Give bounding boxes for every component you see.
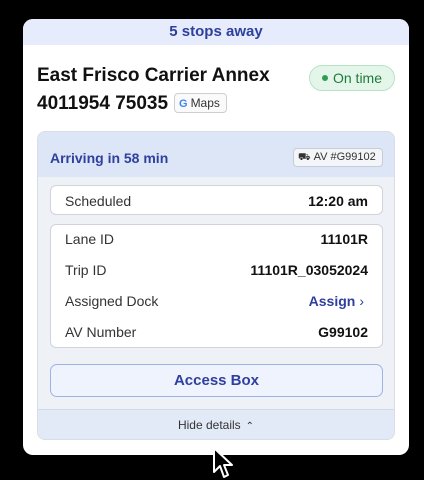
tracking-number: 4011954 75035 (37, 93, 169, 114)
arrival-eta: Arriving in 58 min (50, 150, 169, 166)
lane-id-label: Lane ID (65, 231, 115, 247)
maps-button[interactable]: G Maps (174, 93, 227, 113)
assigned-dock-label: Assigned Dock (65, 293, 159, 309)
google-g-icon: G (179, 98, 188, 110)
av-number-value: G99102 (318, 324, 368, 340)
stops-away-banner: 5 stops away (23, 19, 409, 45)
trip-id-value: 11101R_03052024 (250, 262, 368, 278)
scheduled-row: Scheduled 12:20 am (50, 185, 383, 215)
truck-icon: ⛟ (298, 152, 311, 163)
lane-id-value: 11101R (320, 231, 369, 247)
status-label: On time (332, 70, 382, 86)
av-number-label: AV Number (65, 324, 137, 340)
mouse-pointer-icon (213, 447, 233, 478)
details-panel: Arriving in 58 min ⛟ AV #G99102 Scheduled… (37, 131, 395, 440)
details-header: Arriving in 58 min ⛟ AV #G99102 (38, 132, 394, 177)
scheduled-label: Scheduled (65, 193, 132, 209)
chevron-right-icon: › (359, 293, 364, 309)
hide-details-label: Hide details (177, 418, 241, 432)
access-box-button[interactable]: Access Box (50, 364, 383, 397)
stop-card: 5 stops away East Frisco Carrier Annex O… (23, 19, 409, 455)
maps-label: Maps (190, 96, 220, 110)
status-badge: On time (309, 65, 395, 91)
location-name: East Frisco Carrier Annex (37, 65, 270, 86)
av-badge-label: AV #G99102 (313, 151, 376, 163)
trip-id-label: Trip ID (65, 262, 107, 278)
assign-dock-link[interactable]: Assign › (309, 293, 364, 309)
scheduled-value: 12:20 am (308, 193, 368, 209)
av-badge: ⛟ AV #G99102 (293, 148, 383, 167)
hide-details-toggle[interactable]: Hide details ⌃ (38, 409, 394, 439)
trip-info-list: Lane ID 11101R Trip ID 11101R_03052024 A… (50, 224, 383, 348)
assign-link-label: Assign (308, 293, 356, 309)
status-dot-icon (321, 75, 328, 82)
chevron-up-icon: ⌃ (245, 421, 255, 432)
